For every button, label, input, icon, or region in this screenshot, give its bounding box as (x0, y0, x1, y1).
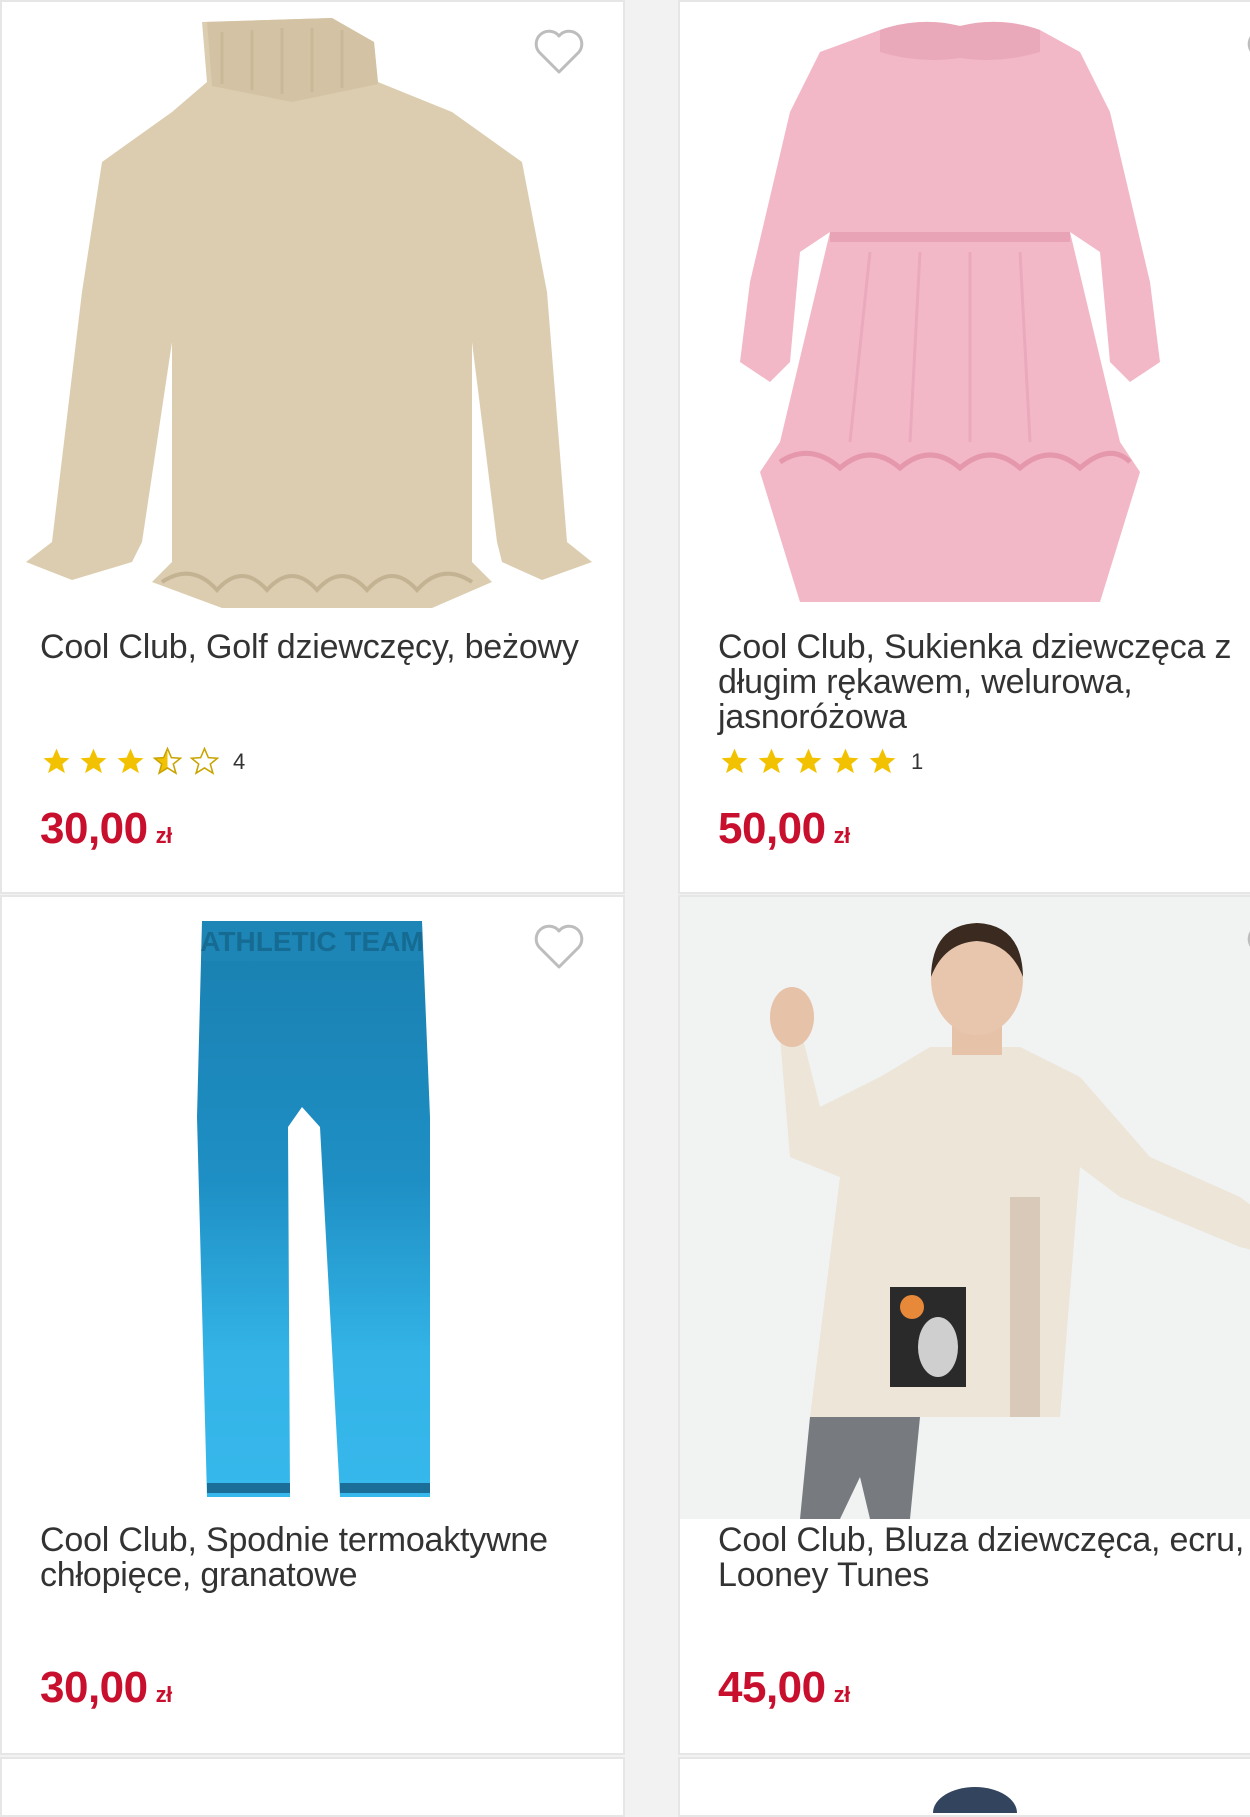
product-image[interactable] (2, 2, 625, 612)
star-full-icon (869, 748, 896, 774)
product-price: 50,00 zł (718, 804, 851, 853)
product-title[interactable]: Cool Club, Sukienka dziewczęca z długim … (718, 630, 1250, 735)
product-image[interactable] (680, 2, 1250, 612)
currency: zł (155, 1682, 173, 1707)
heart-icon[interactable] (533, 28, 585, 76)
product-image[interactable] (930, 1773, 1020, 1813)
rating-stars: 4 (40, 746, 245, 777)
star-full-icon (795, 748, 822, 774)
product-grid: Cool Club, Golf dziewczęcy, beżowy 4 30,… (0, 0, 1250, 1817)
product-title[interactable]: Cool Club, Bluza dziewczęca, ecru, Loone… (718, 1523, 1250, 1593)
currency: zł (155, 823, 173, 848)
star-full-icon (117, 748, 144, 774)
product-title[interactable]: Cool Club, Golf dziewczęcy, beżowy (40, 630, 603, 665)
product-price: 30,00 zł (40, 1663, 173, 1712)
product-price: 30,00 zł (40, 804, 173, 853)
star-half-icon (152, 746, 183, 775)
rating-count: 1 (911, 748, 924, 774)
product-card[interactable] (0, 1757, 625, 1817)
heart-icon[interactable] (1246, 923, 1250, 971)
product-price: 45,00 zł (718, 1663, 851, 1712)
star-full-icon (832, 748, 859, 774)
star-empty-icon (189, 746, 220, 775)
star-full-icon (758, 748, 785, 774)
product-card[interactable]: Cool Club, Golf dziewczęcy, beżowy 4 30,… (0, 0, 625, 894)
product-card[interactable]: ATHLETIC TEAM Cool Club, Spodnie termoak… (0, 895, 625, 1755)
heart-icon[interactable] (533, 923, 585, 971)
leggings-print-text: ATHLETIC TEAM (200, 926, 423, 957)
star-full-icon (80, 748, 107, 774)
currency: zł (833, 823, 851, 848)
star-full-icon (721, 748, 748, 774)
rating-stars: 1 (718, 746, 923, 777)
heart-icon[interactable] (1246, 28, 1250, 76)
product-image[interactable] (680, 897, 1250, 1519)
currency: zł (833, 1682, 851, 1707)
rating-count: 4 (233, 748, 246, 774)
star-full-icon (43, 748, 70, 774)
product-card[interactable] (678, 1757, 1250, 1817)
product-card[interactable]: Cool Club, Bluza dziewczęca, ecru, Loone… (678, 895, 1250, 1755)
product-title[interactable]: Cool Club, Spodnie termoaktywne chłopięc… (40, 1523, 603, 1593)
product-card[interactable]: Cool Club, Sukienka dziewczęca z długim … (678, 0, 1250, 894)
product-image[interactable]: ATHLETIC TEAM (2, 897, 625, 1519)
